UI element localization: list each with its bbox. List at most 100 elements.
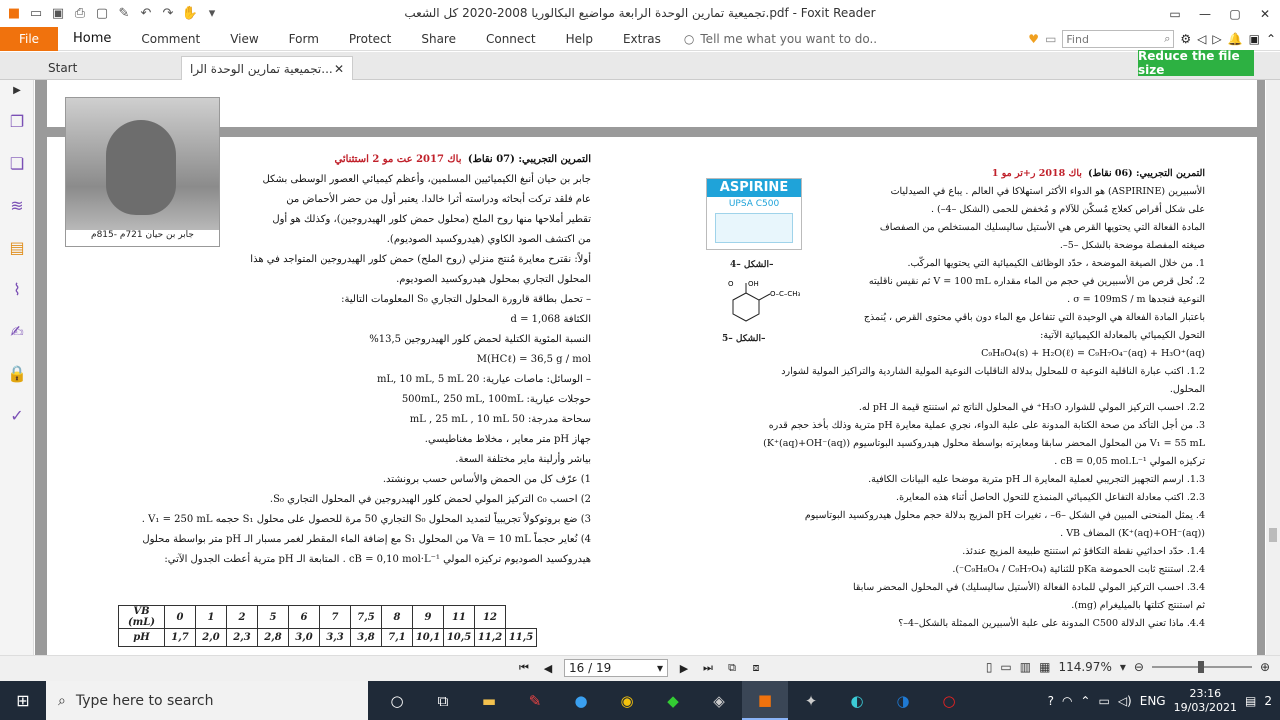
prev-page-button[interactable]: ◀ <box>540 659 556 677</box>
settings-icon[interactable]: ⚙ <box>1180 32 1191 46</box>
windows-start-icon[interactable]: ⊞ <box>0 681 46 720</box>
customize-dropdown-icon[interactable]: ▾ <box>202 4 222 24</box>
tab-document[interactable]: تجميعية تمارين الوحدة الرا... ✕ <box>181 56 353 80</box>
bookmark-icon[interactable]: ❐ <box>0 100 34 142</box>
tab-connect[interactable]: Connect <box>471 27 551 51</box>
reduce-file-size-button[interactable]: Reduce the file size <box>1138 49 1254 77</box>
volume-icon[interactable]: ◁) <box>1118 694 1132 708</box>
maximize-button[interactable]: ▢ <box>1220 0 1250 27</box>
opera-icon[interactable]: ○ <box>926 681 972 720</box>
continuous-icon[interactable]: ▭ <box>1000 660 1011 674</box>
attachment-icon[interactable]: ⌇ <box>0 268 34 310</box>
close-tab-icon[interactable]: ✕ <box>334 62 344 76</box>
aspirine-packet <box>715 213 793 243</box>
paint-icon[interactable]: ✎ <box>512 681 558 720</box>
collapse-ribbon-icon[interactable]: ⌃ <box>1266 32 1276 46</box>
tab-file[interactable]: File <box>0 26 58 51</box>
tab-home[interactable]: Home <box>58 27 126 51</box>
fit-width-icon[interactable]: ⧈ <box>748 659 764 677</box>
page-dropdown-icon[interactable]: ▾ <box>657 661 663 675</box>
find-input[interactable]: Find ⌕ <box>1062 30 1175 48</box>
facing-icon[interactable]: ▥ <box>1020 660 1031 674</box>
bell-icon[interactable]: 🔔 <box>1228 32 1243 46</box>
close-button[interactable]: ✕ <box>1250 0 1280 27</box>
document-tabs: Start تجميعية تمارين الوحدة الرا... ✕ <box>0 52 1280 80</box>
task-view-icon[interactable]: ⧉ <box>420 681 466 720</box>
nav-forward-icon[interactable]: ▷ <box>1212 32 1221 46</box>
tab-extras[interactable]: Extras <box>608 27 676 51</box>
right-text-line: تركيزه المولي cB = 0,05 mol.L⁻¹ . <box>1054 456 1205 467</box>
taskbar-apps: ○ ⧉ ▬ ✎ ● ◉ ◆ ◈ ■ ✦ ◐ ◑ ○ <box>374 681 972 720</box>
left-text-line: عام فلقد تركت أبحاثه ودراسته أثرا خالدا.… <box>286 194 591 205</box>
layers-icon[interactable]: ≋ <box>0 184 34 226</box>
left-text-line: هيدروكسيد الصوديوم تركيزه المولي cB = 0,… <box>164 554 591 565</box>
tray-chevron-icon[interactable]: ⌃ <box>1080 694 1090 708</box>
cortana-icon[interactable]: ○ <box>374 681 420 720</box>
zoom-slider-knob[interactable] <box>1197 661 1204 673</box>
tab-comment[interactable]: Comment <box>126 27 215 51</box>
undo-icon[interactable]: ↶ <box>136 4 156 24</box>
nav-back-icon[interactable]: ◁ <box>1197 32 1206 46</box>
search-icon[interactable]: ⌕ <box>1164 32 1170 46</box>
zoom-out-icon[interactable]: ⊖ <box>1134 660 1144 674</box>
tell-me-box[interactable]: ○ Tell me what you want to do.. <box>684 32 877 46</box>
taskbar-search[interactable]: ⌕ Type here to search <box>46 681 368 720</box>
user-icon[interactable]: ▣ <box>1249 32 1260 46</box>
left-text-line: – الوسائل: ماصات عيارية: 20 mL, 10 mL, 5… <box>376 374 591 385</box>
tab-view[interactable]: View <box>215 27 273 51</box>
minimize-button[interactable]: — <box>1190 0 1220 27</box>
chrome-icon[interactable]: ◉ <box>604 681 650 720</box>
pages-icon[interactable]: ❏ <box>0 142 34 184</box>
signature-icon[interactable]: ✍ <box>0 310 34 352</box>
first-page-button[interactable]: ⏮ <box>516 659 532 677</box>
table-row1-label: VB (mL) <box>118 605 165 629</box>
wifi-icon[interactable]: ◠ <box>1062 694 1072 708</box>
fit-page-icon[interactable]: ⧉ <box>724 659 740 677</box>
tab-protect[interactable]: Protect <box>334 27 406 51</box>
last-page-button[interactable]: ⏭ <box>700 659 716 677</box>
app-green-icon[interactable]: ◆ <box>650 681 696 720</box>
notifications-icon[interactable]: ▤ <box>1245 694 1256 708</box>
language-indicator[interactable]: ENG <box>1140 694 1166 708</box>
next-page-button[interactable]: ▶ <box>676 659 692 677</box>
foxit-reader-taskbar-icon[interactable]: ■ <box>742 681 788 720</box>
left-text-line: M(HCℓ) = 36,5 g / mol <box>476 354 591 365</box>
comments-icon[interactable]: ▤ <box>0 226 34 268</box>
tab-start[interactable]: Start <box>40 56 180 80</box>
snapshot-icon[interactable]: ✎ <box>114 4 134 24</box>
page-number-input[interactable]: 16 / 19 ▾ <box>564 659 668 677</box>
file-explorer-icon[interactable]: ▬ <box>466 681 512 720</box>
tab-form[interactable]: Form <box>274 27 334 51</box>
app-tool-icon[interactable]: ✦ <box>788 681 834 720</box>
scroll-thumb[interactable] <box>1269 528 1277 542</box>
zoom-in-icon[interactable]: ⊕ <box>1260 660 1270 674</box>
zoom-dropdown-icon[interactable]: ▾ <box>1120 660 1126 674</box>
edge-icon[interactable]: ◐ <box>834 681 880 720</box>
chat-icon[interactable]: ▭ <box>1045 32 1056 46</box>
ribbon-options-icon[interactable]: ▭ <box>1160 0 1190 27</box>
tab-share[interactable]: Share <box>406 27 471 51</box>
heart-icon[interactable]: ♥ <box>1028 32 1039 46</box>
open-icon[interactable]: ▭ <box>26 4 46 24</box>
certificate-icon[interactable]: ✓ <box>0 394 34 436</box>
save-icon[interactable]: ▣ <box>48 4 68 24</box>
app-blue-icon[interactable]: ● <box>558 681 604 720</box>
single-page-icon[interactable]: ▯ <box>986 660 993 674</box>
zoom-slider[interactable] <box>1151 661 1252 673</box>
expand-panel-icon[interactable]: ▶ <box>0 80 34 100</box>
left-text-line: جابر بن حيان أنبغ الكيميائيين المسلمين، … <box>262 174 591 185</box>
clock[interactable]: 23:16 19/03/2021 <box>1174 687 1237 715</box>
new-icon[interactable]: ▢ <box>92 4 112 24</box>
security-lock-icon[interactable]: 🔒 <box>0 352 34 394</box>
vertical-scrollbar[interactable] <box>1266 80 1280 655</box>
print-icon[interactable]: ⎙ <box>70 4 90 24</box>
continuous-facing-icon[interactable]: ▦ <box>1039 660 1050 674</box>
help-icon[interactable]: ? <box>1048 694 1054 708</box>
edge-legacy-icon[interactable]: ◑ <box>880 681 926 720</box>
tab-help[interactable]: Help <box>551 27 608 51</box>
app-controller-icon[interactable]: ◈ <box>696 681 742 720</box>
redo-icon[interactable]: ↷ <box>158 4 178 24</box>
left-text-line: سحاحة مدرجة: 50 mL , 25 mL , 10 mL <box>409 414 591 425</box>
network-icon[interactable]: ▭ <box>1098 694 1109 708</box>
hand-tool-icon[interactable]: ✋ <box>180 4 200 24</box>
